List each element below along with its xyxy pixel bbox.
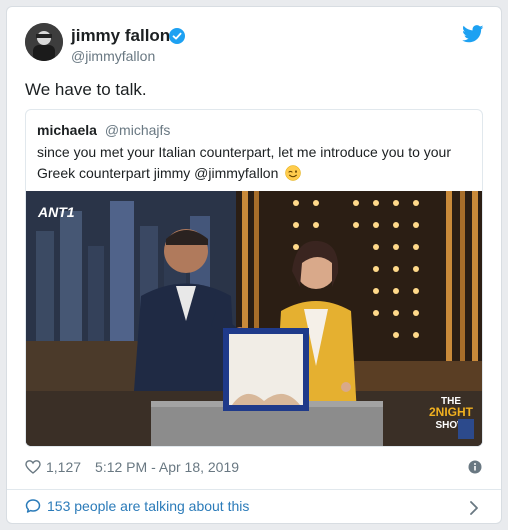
twitter-bird-icon[interactable] — [462, 25, 484, 43]
quoted-tweet-header: michaela @michajfs — [37, 122, 170, 138]
channel-corner-badge — [458, 419, 474, 439]
author-name[interactable]: jimmy fallon — [71, 26, 170, 46]
conversation-link-label: 153 people are talking about this — [47, 498, 250, 514]
divider — [7, 489, 501, 490]
quoted-tweet-text-block: since you met your Italian counterpart, … — [37, 142, 475, 184]
tweet-timestamp[interactable]: 5:12 PM - Apr 18, 2019 — [95, 459, 239, 475]
like-count[interactable]: 1,127 — [46, 459, 81, 475]
speech-bubble-icon — [25, 499, 41, 513]
author-handle[interactable]: @jimmyfallon — [71, 48, 155, 64]
quoted-tweet-text: since you met your Italian counterpart, … — [37, 144, 451, 181]
quoted-author-handle: @michajfs — [104, 122, 171, 138]
quoted-author-name: michaela — [37, 122, 97, 138]
show-logo-line2: 2NIGHT — [429, 405, 474, 419]
chevron-right-icon[interactable] — [469, 500, 479, 516]
video-thumbnail[interactable]: ANT1 THE 2NIGHT SHOW — [26, 191, 482, 446]
conversation-link[interactable]: 153 people are talking about this — [25, 498, 249, 514]
heart-icon[interactable] — [25, 459, 41, 475]
quoted-tweet[interactable]: michaela @michajfs since you met your It… — [25, 109, 483, 447]
avatar[interactable] — [25, 23, 63, 61]
tweet-meta: 1,127 5:12 PM - Apr 18, 2019 — [25, 459, 239, 475]
tweet-text: We have to talk. — [25, 80, 147, 99]
channel-logo: ANT1 — [37, 204, 75, 220]
info-icon[interactable] — [468, 460, 482, 474]
verified-badge-icon — [169, 28, 185, 44]
embedded-tweet-card: jimmy fallon @jimmyfallon We have to tal… — [6, 6, 502, 524]
winking-face-emoji-icon — [285, 165, 302, 181]
